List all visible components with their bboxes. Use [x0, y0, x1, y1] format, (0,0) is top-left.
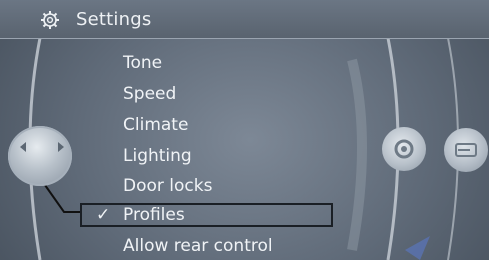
controller-knob[interactable]	[8, 126, 72, 186]
menu-item-climate[interactable]: Climate	[123, 113, 188, 137]
page-title: Settings	[76, 9, 152, 30]
settings-knob[interactable]	[382, 127, 426, 171]
arrow-left-icon	[20, 142, 26, 152]
settings-screen: Settings Tone Speed Climate Lighting Doo…	[0, 0, 489, 260]
header-bar: Settings	[0, 0, 489, 39]
gear-icon	[41, 11, 59, 29]
card-icon	[455, 143, 477, 157]
card-knob[interactable]	[444, 128, 488, 172]
menu-item-lighting[interactable]: Lighting	[123, 144, 192, 168]
check-icon: ✓	[96, 205, 111, 225]
gear-icon	[394, 139, 414, 159]
selection-highlight	[80, 203, 333, 227]
menu-item-door-locks[interactable]: Door locks	[123, 174, 212, 198]
arrow-right-icon	[58, 142, 64, 152]
menu-item-allow-rear-control[interactable]: Allow rear control	[123, 234, 273, 258]
menu-item-tone[interactable]: Tone	[123, 51, 162, 75]
menu-item-profiles[interactable]: Profiles	[123, 203, 185, 227]
menu-item-speed[interactable]: Speed	[123, 82, 176, 106]
